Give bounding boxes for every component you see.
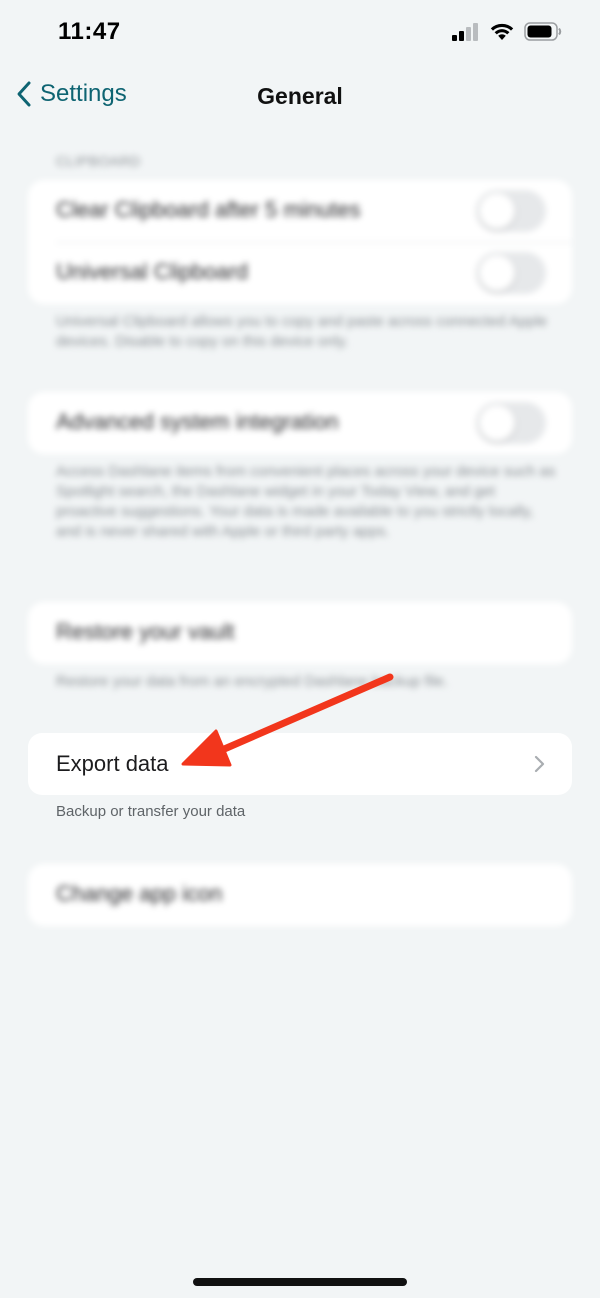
universal-clipboard-toggle[interactable] [476,252,546,294]
row-label: Universal Clipboard [56,259,248,284]
section-header-clipboard: CLIPBOARD [56,153,141,169]
advanced-integration-toggle[interactable] [476,402,546,444]
export-data-label: Export data [56,751,169,776]
integration-footnote: Access Dashlane items from convenient pl… [56,463,556,540]
row-clear-clipboard[interactable]: Clear Clipboard after 5 minutes [28,180,572,242]
export-data-row[interactable]: Export data [28,733,572,795]
status-time: 11:47 [58,18,121,45]
cellular-signal-icon [452,22,478,41]
row-restore-vault[interactable]: Restore your vault [28,602,572,664]
wifi-icon [490,23,514,40]
app-icon-card: Change app icon [28,864,572,926]
row-label: Change app icon [56,881,223,906]
integration-card: Advanced system integration [28,392,572,454]
screen: 11:47 Settings General CLIPBOARD Clear C… [0,0,600,1298]
row-universal-clipboard[interactable]: Universal Clipboard [28,242,572,304]
row-label: Advanced system integration [56,409,339,434]
page-title: General [257,83,343,109]
row-label: Restore your vault [56,619,235,644]
row-advanced-integration[interactable]: Advanced system integration [28,392,572,454]
clipboard-footnote: Universal Clipboard allows you to copy a… [56,313,548,350]
blurred-settings-lower: Change app icon [0,848,600,968]
blurred-settings-upper: CLIPBOARD Clear Clipboard after 5 minute… [0,126,600,716]
status-bar: 11:47 [0,0,600,70]
chevron-right-icon [534,755,545,773]
row-change-app-icon[interactable]: Change app icon [28,864,572,926]
navigation-bar: Settings General [0,70,600,126]
export-footnote: Backup or transfer your data [56,803,246,820]
row-label: Clear Clipboard after 5 minutes [56,197,361,222]
status-icons [452,22,562,41]
battery-icon [524,22,562,41]
clipboard-card: Clear Clipboard after 5 minutes Universa… [28,180,572,304]
clear-clipboard-toggle[interactable] [476,190,546,232]
restore-card: Restore your vault [28,602,572,664]
restore-footnote: Restore your data from an encrypted Dash… [56,673,448,690]
home-indicator[interactable] [193,1278,407,1286]
